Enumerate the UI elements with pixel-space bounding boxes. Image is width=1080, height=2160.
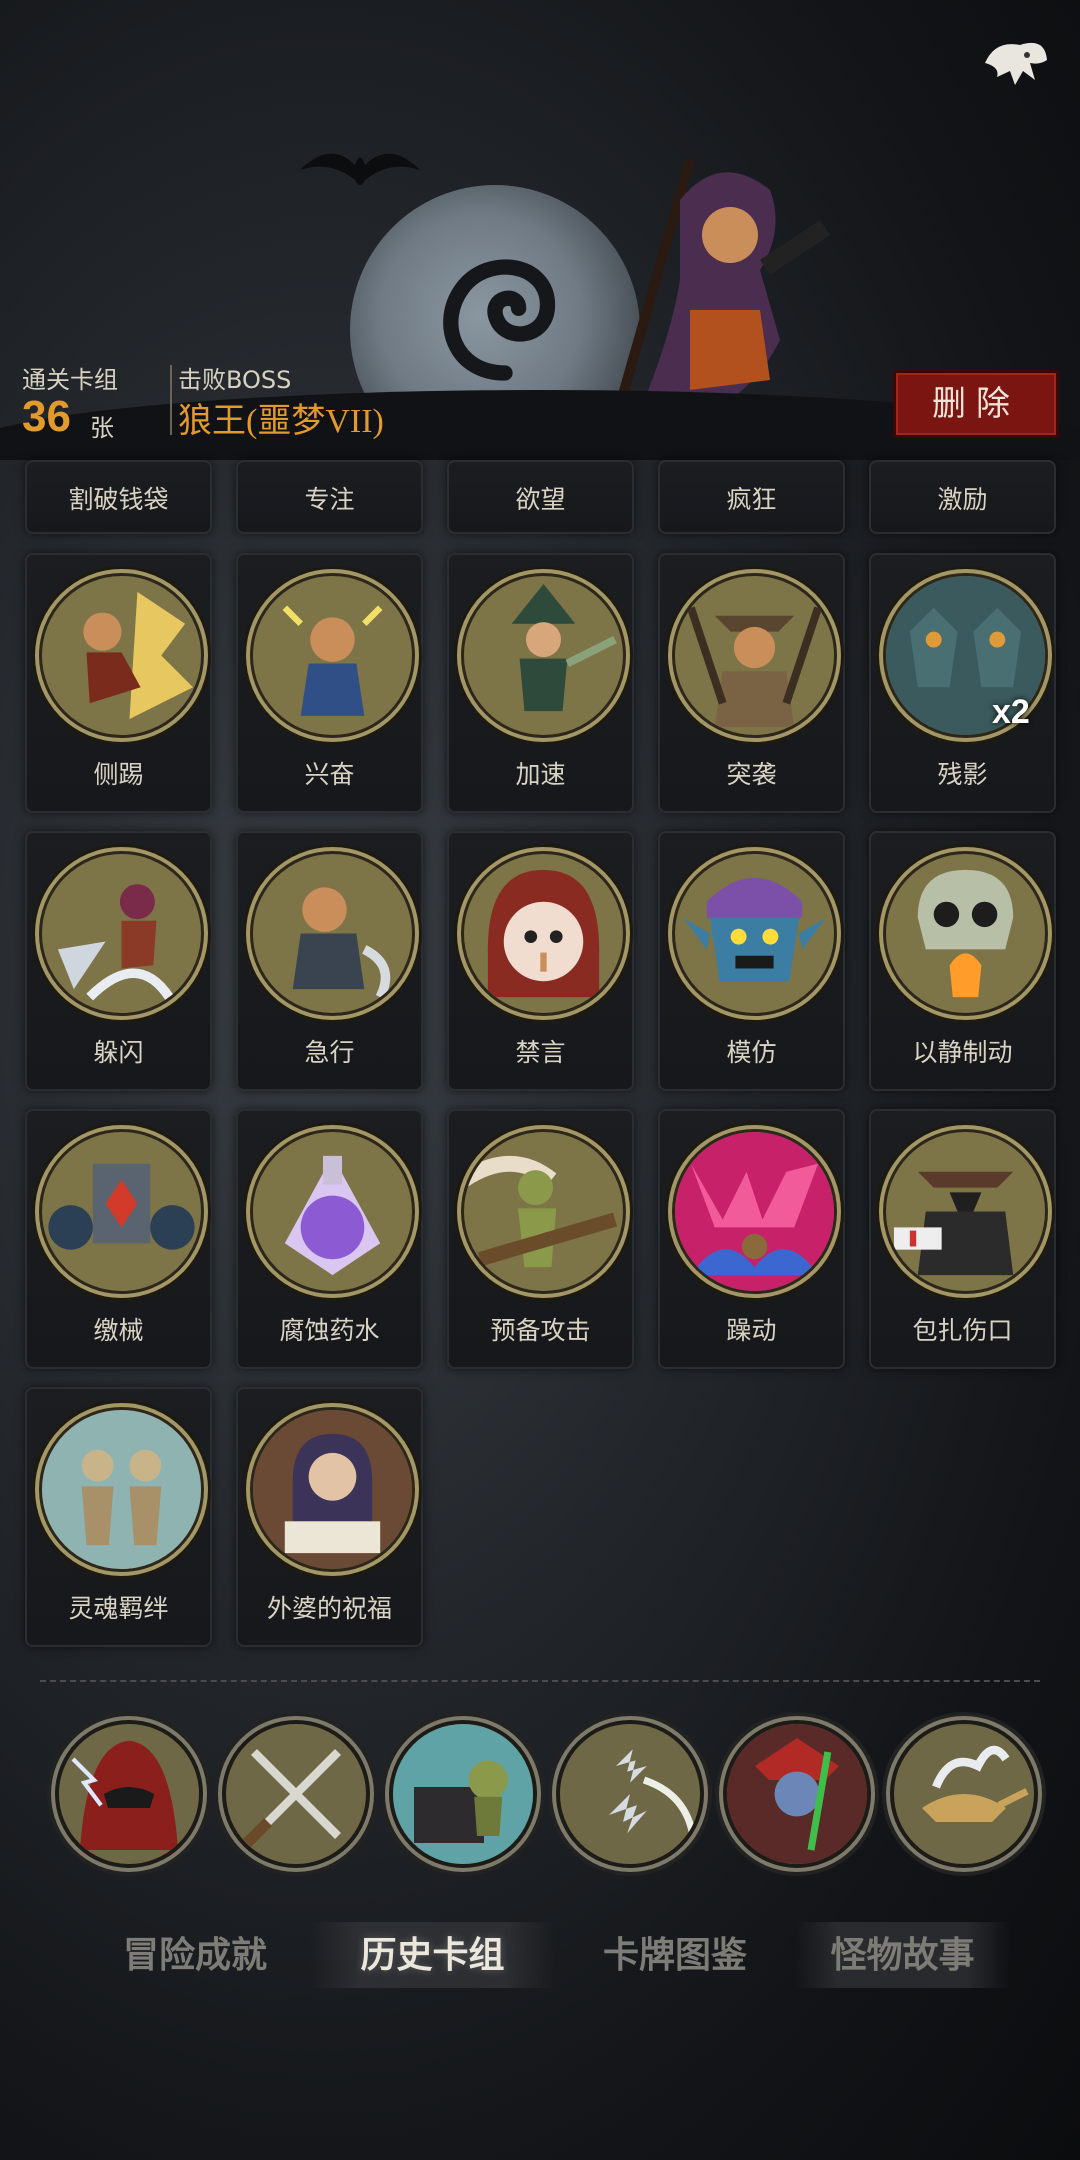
ready-attack-icon (461, 1129, 626, 1294)
card-name: 躲闪 (93, 1038, 144, 1067)
assault-icon (672, 573, 837, 738)
card-name: 禁言 (515, 1038, 566, 1067)
header-divider (170, 365, 172, 435)
card-name: 躁动 (726, 1316, 777, 1345)
treasure-chest-icon[interactable] (389, 1720, 537, 1868)
bat-icon (300, 153, 420, 185)
card-item[interactable]: 突袭 (658, 553, 845, 813)
card-item[interactable]: 模仿 (658, 831, 845, 1091)
bandage-icon (883, 1129, 1048, 1294)
hooded-lightning-icon[interactable] (55, 1720, 203, 1868)
card-name: 割破钱袋 (68, 485, 169, 514)
card-name: 包扎伤口 (912, 1316, 1013, 1345)
haste-icon (461, 573, 626, 738)
card-item[interactable]: 以静制动 (869, 831, 1056, 1091)
card-item[interactable]: 预备攻击 (447, 1109, 634, 1369)
card-count-unit: 张 (90, 414, 114, 442)
card-name: 疯狂 (726, 485, 777, 514)
card-item[interactable]: 疯狂 (658, 460, 845, 534)
dash-icon (250, 851, 415, 1016)
card-item[interactable]: 禁言 (447, 831, 634, 1091)
card-item[interactable]: 专注 (236, 460, 423, 534)
card-item[interactable]: 侧踢 (25, 553, 212, 813)
tab-history-deck[interactable]: 历史卡组 (310, 1922, 555, 1988)
card-item[interactable]: 割破钱袋 (25, 460, 212, 534)
card-item[interactable]: 兴奋 (236, 553, 423, 813)
card-name: 以静制动 (912, 1038, 1013, 1067)
magic-lamp-icon[interactable] (890, 1720, 1038, 1868)
tab-card-codex[interactable]: 卡牌图鉴 (570, 1922, 780, 1988)
card-name: 缴械 (93, 1316, 144, 1345)
card-item[interactable]: 加速 (447, 553, 634, 813)
card-name: 突袭 (726, 760, 777, 789)
card-name: 灵魂羁绊 (68, 1594, 169, 1623)
card-item[interactable]: 欲望 (447, 460, 634, 534)
tab-monster-stories[interactable]: 怪物故事 (795, 1922, 1010, 1988)
card-item[interactable]: 躁动 (658, 1109, 845, 1369)
soul-bond-icon (39, 1407, 204, 1572)
card-item[interactable]: 急行 (236, 831, 423, 1091)
card-count-value: 36 (22, 392, 71, 441)
excitement-icon (250, 573, 415, 738)
tab-adventure-achievements[interactable]: 冒险成就 (90, 1922, 300, 1988)
dodge-icon (39, 851, 204, 1016)
boss-name-value: 狼王(噩梦VII) (178, 403, 384, 440)
card-name: 激励 (937, 485, 988, 514)
card-name: 模仿 (726, 1038, 777, 1067)
disarm-icon (39, 1129, 204, 1294)
defeated-boss-label: 击败BOSS (178, 366, 292, 394)
card-name: 预备攻击 (490, 1316, 591, 1345)
card-item[interactable]: 残影 (869, 553, 1056, 813)
delete-button[interactable]: 删除 (893, 370, 1059, 438)
card-name: 欲望 (515, 485, 566, 514)
tab-label: 卡牌图鉴 (602, 1934, 747, 1976)
shuriken-icon[interactable] (556, 1720, 704, 1868)
tab-label: 怪物故事 (830, 1934, 975, 1976)
back-ghost-button[interactable] (975, 25, 1055, 95)
card-item[interactable]: 腐蚀药水 (236, 1109, 423, 1369)
card-item[interactable]: 灵魂羁绊 (25, 1387, 212, 1647)
crossed-daggers-icon[interactable] (222, 1720, 370, 1868)
card-multiplier-badge: x2 (992, 693, 1030, 731)
card-name: 专注 (304, 485, 355, 514)
jester-puppet-icon[interactable] (723, 1720, 871, 1868)
tab-label: 冒险成就 (122, 1934, 267, 1976)
card-item[interactable]: 激励 (869, 460, 1056, 534)
tab-label: 历史卡组 (360, 1934, 505, 1976)
card-name: 残影 (937, 760, 988, 789)
imitate-icon (672, 851, 837, 1016)
side-kick-icon (39, 573, 204, 738)
card-name: 外婆的祝福 (266, 1594, 392, 1623)
card-item[interactable]: 躲闪 (25, 831, 212, 1091)
restless-icon (672, 1129, 837, 1294)
card-name: 加速 (515, 760, 566, 789)
card-name: 兴奋 (304, 760, 355, 789)
corrosive-potion-icon (250, 1129, 415, 1294)
card-item[interactable]: 缴械 (25, 1109, 212, 1369)
cleared-deck-label: 通关卡组 (22, 366, 118, 394)
card-name: 侧踢 (93, 760, 144, 789)
section-separator (40, 1680, 1040, 1682)
stillness-icon (883, 851, 1048, 1016)
silence-icon (461, 851, 626, 1016)
card-item[interactable]: 包扎伤口 (869, 1109, 1056, 1369)
card-name: 急行 (304, 1038, 355, 1067)
grandma-blessing-icon (250, 1407, 415, 1572)
card-name: 腐蚀药水 (279, 1316, 380, 1345)
card-item[interactable]: 外婆的祝福 (236, 1387, 423, 1647)
